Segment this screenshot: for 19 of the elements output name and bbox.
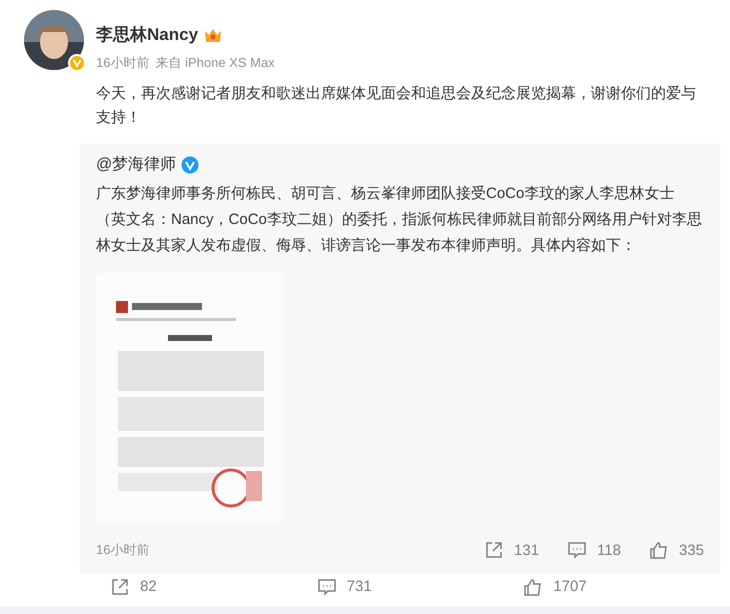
post-time[interactable]: 16小时前: [96, 54, 150, 72]
comment-icon: [316, 576, 337, 596]
post-text: 今天，再次感谢记者朋友和歌迷出席媒体见面会和追思会及纪念展览揭幕，谢谢你们的爱与支持！: [96, 84, 697, 128]
comment-button[interactable]: 118: [567, 540, 621, 560]
comment-button[interactable]: 731: [316, 576, 524, 596]
like-button[interactable]: 1707: [523, 576, 730, 596]
post-source: 来自 iPhone XS Max: [155, 54, 275, 72]
repost-time[interactable]: 16小时前: [96, 541, 456, 559]
repost-text: 广东梦海律师事务所何栋民、胡可言、杨云峯律师团队接受CoCo李玟的家人李思林女士（英文名：Nancy，CoCo李玟二姐）的委托，指派何栋民律师就目前部分网络用户针对李思林女士及其家人发布虚假、侮辱、诽谤言论一事发布本律师声明。具体内容如下：: [96, 184, 703, 256]
repost-button[interactable]: 131: [484, 540, 540, 560]
repost-author[interactable]: @梦海律师: [96, 154, 176, 175]
repost-button[interactable]: 82: [110, 576, 317, 596]
like-button[interactable]: 335: [648, 540, 704, 560]
author-name[interactable]: 李思林Nancy: [96, 23, 198, 46]
comment-icon: [567, 540, 588, 560]
thumbs-up-icon: [523, 576, 544, 596]
share-icon: [484, 540, 504, 560]
share-icon: [110, 576, 130, 596]
thumbs-up-icon: [648, 540, 669, 560]
